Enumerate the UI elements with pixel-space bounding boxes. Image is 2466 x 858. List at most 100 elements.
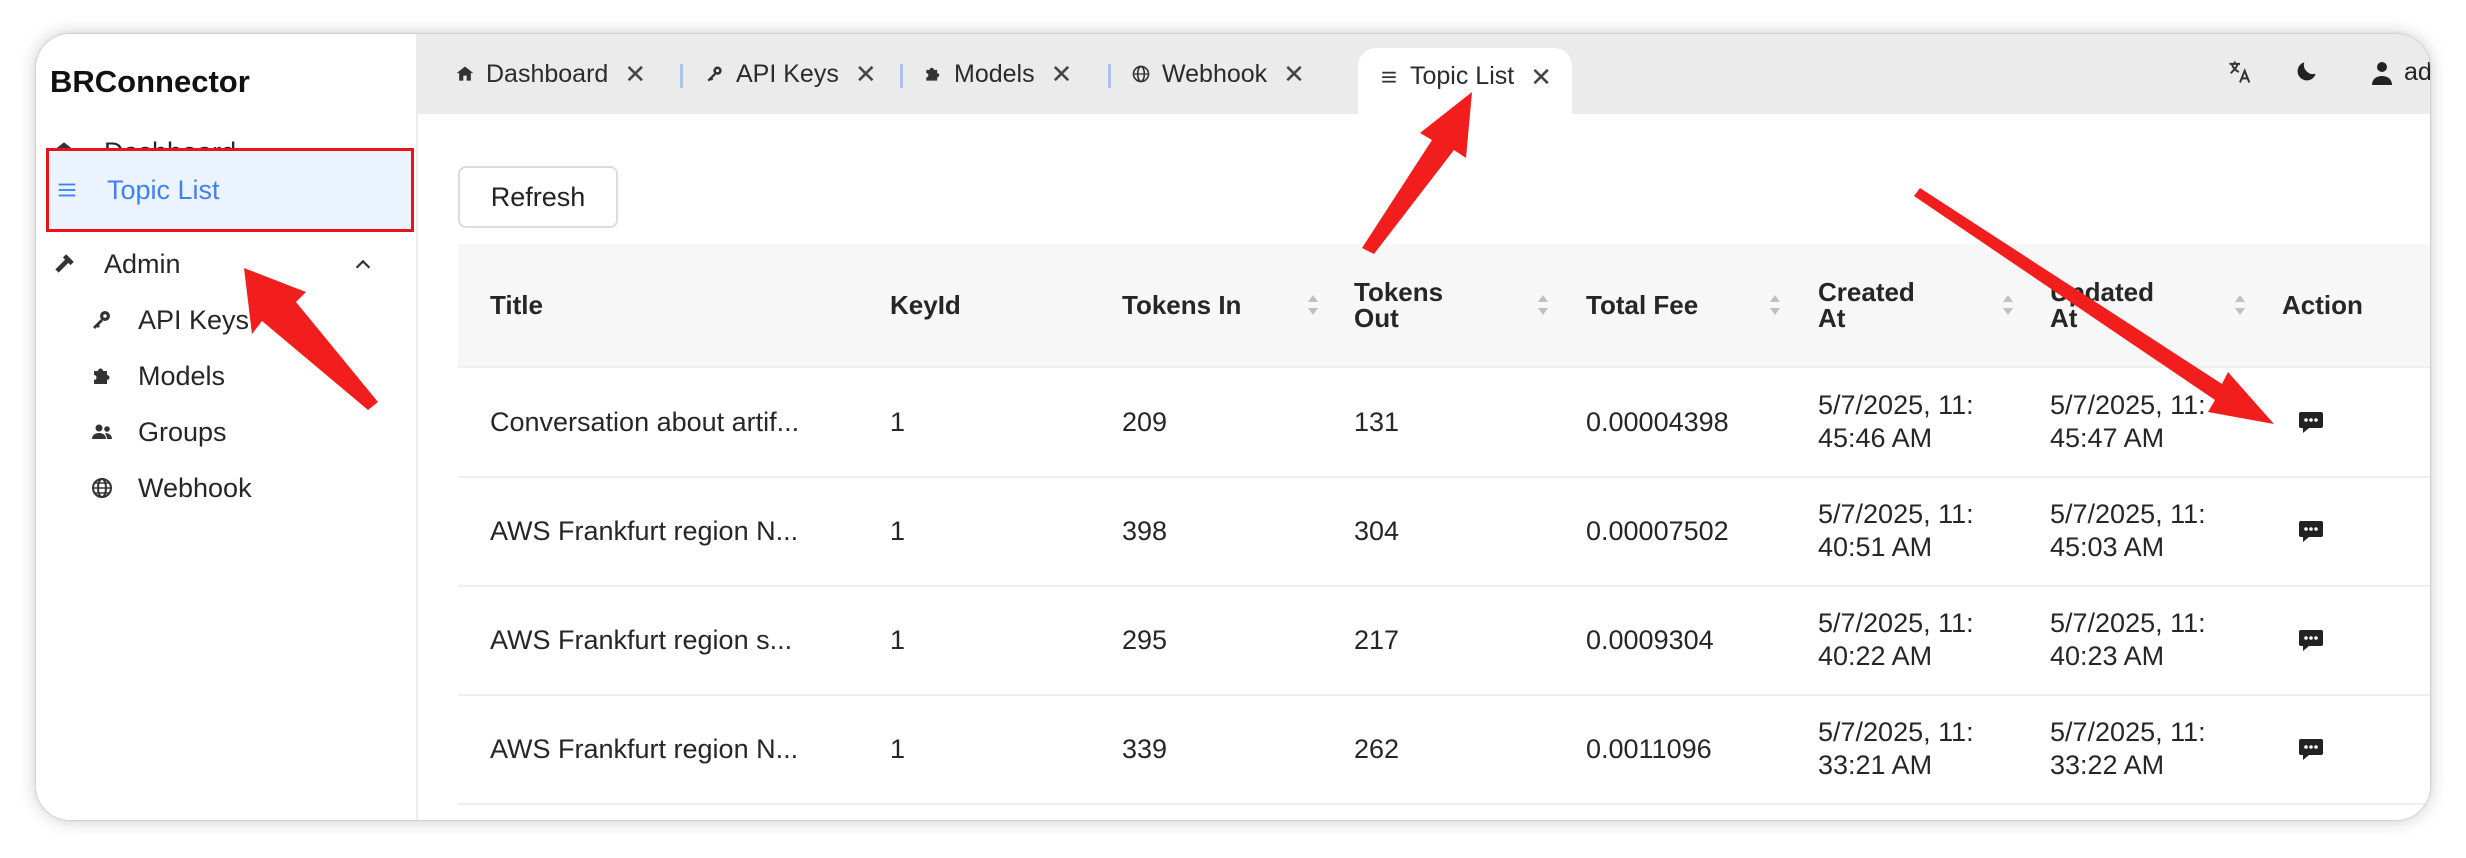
sidebar-item-label: Admin (104, 248, 181, 279)
sidebar-item-webhook[interactable]: Webhook (36, 460, 416, 516)
cell-action (2298, 695, 2324, 803)
table-row: AWS Frankfurt region N... 1 339 262 0.00… (458, 695, 2430, 805)
list-icon (53, 176, 81, 204)
tab-divider (900, 64, 903, 88)
column-header-action: Action (2282, 290, 2363, 320)
globe-icon (1130, 63, 1152, 85)
sidebar-item-api-keys[interactable]: API Keys (36, 292, 416, 348)
main-content: Refresh Title KeyId Tokens In Tokens Out… (418, 114, 2430, 820)
cell-tokens-in: 209 (1122, 406, 1168, 437)
cell-updated-at: 5/7/2025, 11: 40:23 AM (2050, 608, 2206, 671)
cell-tokens-in: 398 (1122, 515, 1168, 546)
close-icon[interactable]: ✕ (1051, 59, 1073, 90)
table-row: Conversation about artif... 1 209 131 0.… (458, 368, 2430, 478)
tab-models[interactable]: Models ✕ (922, 48, 1072, 100)
sidebar-item-label: Models (138, 360, 226, 391)
tab-api-keys[interactable]: API Keys ✕ (704, 48, 877, 100)
cell-title: AWS Frankfurt region N... (490, 515, 799, 546)
refresh-button[interactable]: Refresh (458, 166, 618, 228)
column-header-updated-at[interactable]: Updated At (2050, 244, 2154, 366)
tab-label: Topic List (1410, 62, 1515, 90)
cell-total-fee: 0.0009304 (1586, 624, 1714, 655)
hammer-icon (50, 250, 78, 278)
moon-icon (2294, 58, 2320, 91)
table-row: AWS Frankfurt region s... 1 295 217 0.00… (458, 586, 2430, 696)
cell-title: Conversation about artif... (490, 406, 800, 437)
close-icon[interactable]: ✕ (624, 59, 646, 90)
cell-tokens-out: 217 (1354, 624, 1400, 655)
column-header-keyid: KeyId (890, 290, 961, 320)
sidebar-item-groups[interactable]: Groups (36, 404, 416, 460)
sidebar-item-topic-list[interactable]: Topic List (46, 148, 414, 232)
sidebar-item-label: Topic List (107, 174, 220, 205)
table-row: AWS Frankfurt region N... 1 398 304 0.00… (458, 477, 2430, 587)
sidebar-item-models[interactable]: Models (36, 348, 416, 404)
tab-bar: Dashboard ✕ API Keys ✕ Models ✕ Webhook … (418, 34, 2430, 114)
user-icon (2370, 60, 2394, 86)
cell-action (2298, 477, 2324, 585)
cell-created-at: 5/7/2025, 11: 45:46 AM (1818, 390, 1974, 453)
cell-total-fee: 0.0011096 (1586, 733, 1712, 764)
cell-action (2298, 586, 2324, 694)
chevron-up-icon[interactable] (352, 252, 374, 283)
theme-toggle[interactable] (2294, 58, 2320, 91)
cell-tokens-out: 304 (1354, 515, 1400, 546)
brand-logo-text: BRConnector (50, 64, 250, 99)
tab-label: Webhook (1162, 59, 1268, 88)
tab-label: Dashboard (486, 59, 609, 88)
sort-icon[interactable] (1306, 292, 1320, 318)
table-header: Title KeyId Tokens In Tokens Out Total F… (458, 244, 2430, 368)
sidebar-item-label: Webhook (138, 472, 252, 503)
tab-divider (1108, 64, 1111, 88)
tab-dashboard[interactable]: Dashboard ✕ (454, 48, 646, 100)
chat-icon[interactable] (2298, 628, 2324, 652)
cell-updated-at: 5/7/2025, 11: 33:22 AM (2050, 717, 2206, 780)
translate-button[interactable] (2226, 58, 2254, 93)
cell-title: AWS Frankfurt region N... (490, 733, 799, 764)
tab-webhook[interactable]: Webhook ✕ (1130, 48, 1305, 100)
chat-icon[interactable] (2298, 519, 2324, 543)
puzzle-icon (922, 63, 944, 85)
column-header-tokens-in[interactable]: Tokens In (1122, 244, 1241, 366)
cell-tokens-in: 339 (1122, 733, 1168, 764)
chat-icon[interactable] (2298, 737, 2324, 761)
list-icon (1378, 66, 1400, 88)
key-icon (704, 63, 726, 85)
sort-icon[interactable] (2001, 292, 2015, 318)
cell-keyid: 1 (890, 733, 906, 764)
cell-keyid: 1 (890, 624, 906, 655)
close-icon[interactable]: ✕ (855, 59, 877, 90)
sidebar-item-label: Groups (138, 416, 227, 447)
sort-icon[interactable] (1536, 292, 1550, 318)
tab-topic-list[interactable]: Topic List ✕ (1358, 48, 1573, 114)
sidebar: BRConnector Dashboard Topic List Admin (36, 34, 418, 820)
column-header-total-fee[interactable]: Total Fee (1586, 244, 1698, 366)
cell-updated-at: 5/7/2025, 11: 45:47 AM (2050, 390, 2206, 453)
puzzle-icon (88, 362, 116, 390)
tab-label: API Keys (736, 59, 839, 88)
cell-total-fee: 0.00007502 (1586, 515, 1729, 546)
sidebar-item-label: API Keys (138, 304, 250, 335)
column-header-tokens-out[interactable]: Tokens Out (1354, 244, 1454, 366)
tab-label: Models (954, 59, 1035, 88)
cell-keyid: 1 (890, 515, 906, 546)
cell-total-fee: 0.00004398 (1586, 406, 1729, 437)
cell-created-at: 5/7/2025, 11: 33:21 AM (1818, 717, 1974, 780)
close-icon[interactable]: ✕ (1283, 59, 1305, 90)
cell-tokens-out: 262 (1354, 733, 1400, 764)
close-icon[interactable]: ✕ (1530, 62, 1552, 93)
cell-keyid: 1 (890, 406, 906, 437)
chat-icon[interactable] (2298, 410, 2324, 434)
cell-tokens-out: 131 (1354, 406, 1400, 437)
column-header-created-at[interactable]: Created At (1818, 244, 1918, 366)
cell-title: AWS Frankfurt region s... (490, 624, 793, 655)
column-header-title: Title (490, 290, 543, 320)
sort-icon[interactable] (1768, 292, 1782, 318)
user-menu[interactable]: admin (2370, 58, 2430, 87)
sort-icon[interactable] (2233, 292, 2247, 318)
home-icon (454, 63, 476, 85)
globe-icon (88, 474, 116, 502)
cell-created-at: 5/7/2025, 11: 40:51 AM (1818, 499, 1974, 562)
cell-action (2298, 368, 2324, 476)
sidebar-item-admin[interactable]: Admin (36, 236, 416, 292)
